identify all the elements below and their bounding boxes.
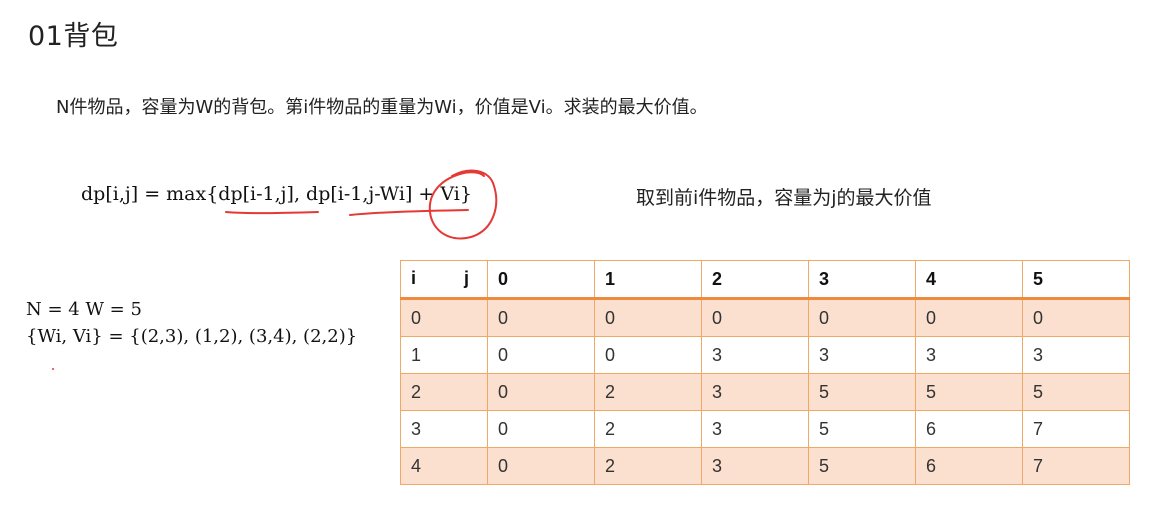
given-parameters: N = 4 W = 5 {Wi, Vi} = {(2,3), (1,2), (3… <box>26 296 357 350</box>
formula-note: 取到前i件物品，容量为j的最大价值 <box>636 187 932 209</box>
table-cell: 5 <box>1022 373 1130 411</box>
table-cell: 7 <box>1022 447 1130 485</box>
corner-header: i j <box>400 260 488 300</box>
table-cell: 3 <box>1022 336 1130 374</box>
table-row: 0 0 0 0 0 0 0 <box>400 298 1130 337</box>
table-row: 4 0 2 3 5 6 7 <box>400 447 1130 485</box>
table-cell: 2 <box>594 447 702 485</box>
row-index-cell: 2 <box>400 373 488 411</box>
problem-description: N件物品，容量为W的背包。第i件物品的重量为Wi，价值是Vi。求装的最大价值。 <box>56 97 708 118</box>
table-row: 3 0 2 3 5 6 7 <box>400 410 1130 448</box>
underline-dp-i-1-j <box>225 211 319 215</box>
underline-dp-i-1-j-wi <box>349 209 469 216</box>
table-cell: 0 <box>808 298 916 337</box>
table-cell: 6 <box>915 410 1023 448</box>
page-title: 01背包 <box>28 21 119 52</box>
table-cell: 2 <box>594 410 702 448</box>
table-header-row: i j 0 1 2 3 4 5 <box>400 260 1130 300</box>
table-cell: 0 <box>487 336 595 374</box>
table-cell: 3 <box>701 410 809 448</box>
table-cell: 0 <box>1022 298 1130 337</box>
dp-table: i j 0 1 2 3 4 5 0 0 0 0 0 0 0 1 0 0 3 3 … <box>400 260 1130 485</box>
given-n-w: N = 4 W = 5 <box>26 299 142 320</box>
table-cell: 5 <box>808 447 916 485</box>
table-cell: 2 <box>594 373 702 411</box>
table-cell: 3 <box>915 336 1023 374</box>
table-cell: 5 <box>808 410 916 448</box>
table-cell: 0 <box>594 336 702 374</box>
row-index-cell: 4 <box>400 447 488 485</box>
recurrence-formula: dp[i,j] = max{dp[i-1,j], dp[i-1,j-Wi] + … <box>81 183 472 205</box>
table-cell: 0 <box>487 410 595 448</box>
row-index-label: i <box>411 268 417 288</box>
column-header: 4 <box>915 260 1023 300</box>
column-header: 0 <box>487 260 595 300</box>
column-header: 5 <box>1022 260 1130 300</box>
table-row: 2 0 2 3 5 5 5 <box>400 373 1130 411</box>
red-dot-mark <box>52 368 54 370</box>
table-row: 1 0 0 3 3 3 3 <box>400 336 1130 374</box>
table-cell: 5 <box>915 373 1023 411</box>
table-cell: 7 <box>1022 410 1130 448</box>
table-cell: 0 <box>487 447 595 485</box>
table-cell: 0 <box>915 298 1023 337</box>
column-header: 1 <box>594 260 702 300</box>
table-cell: 5 <box>808 373 916 411</box>
table-cell: 0 <box>594 298 702 337</box>
table-cell: 0 <box>487 373 595 411</box>
column-index-label: j <box>463 268 469 288</box>
row-index-cell: 0 <box>400 298 488 337</box>
table-cell: 3 <box>808 336 916 374</box>
table-cell: 0 <box>487 298 595 337</box>
table-cell: 3 <box>701 373 809 411</box>
row-index-cell: 1 <box>400 336 488 374</box>
table-cell: 6 <box>915 447 1023 485</box>
table-cell: 0 <box>701 298 809 337</box>
table-cell: 3 <box>701 336 809 374</box>
column-header: 3 <box>808 260 916 300</box>
row-index-cell: 3 <box>400 410 488 448</box>
column-header: 2 <box>701 260 809 300</box>
given-items: {Wi, Vi} = {(2,3), (1,2), (3,4), (2,2)} <box>26 326 358 347</box>
table-cell: 3 <box>701 447 809 485</box>
